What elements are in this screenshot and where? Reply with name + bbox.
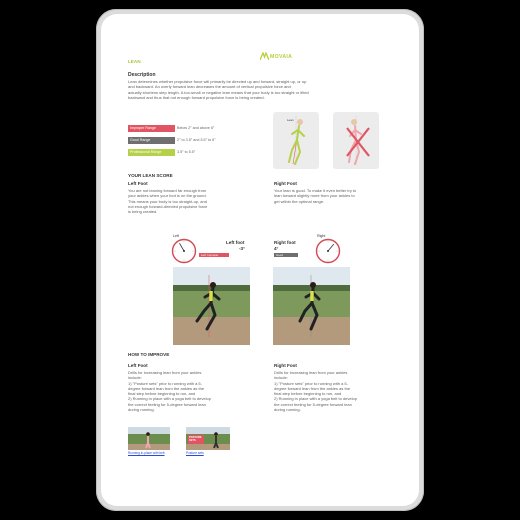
- improve-heading: HOW TO IMPROVE: [128, 352, 170, 357]
- lean-bad-illustration: [333, 112, 379, 169]
- score-right-text: Your lean is good. To make it even bette…: [274, 188, 357, 204]
- right-foot-label: Right foot: [274, 240, 296, 245]
- right-score-tag: Good: [274, 253, 298, 257]
- lean-good-illustration: Lean: [273, 112, 319, 169]
- movaia-logo-icon: [260, 52, 269, 60]
- score-left-title: Left Foot: [128, 181, 148, 186]
- right-foot-running-photo: [273, 267, 350, 345]
- video-thumbnail-icon: [128, 427, 170, 450]
- score-right-title: Right Foot: [274, 181, 297, 186]
- left-score-tag: Left: Improper: [199, 253, 229, 257]
- video-link-running-in-place[interactable]: Running in-place with belt: [128, 451, 165, 455]
- left-foot-label: Left foot: [226, 240, 245, 245]
- left-lean-value: -3°: [239, 246, 245, 251]
- score-left-text: You are not leaning forward far enough f…: [128, 188, 208, 215]
- improve-right-text: Drills for increasing lean from your ank…: [274, 370, 357, 413]
- page-title: LEAN: [128, 59, 141, 64]
- left-lean-gauge: [171, 238, 197, 264]
- score-heading: YOUR LEAN SCORE: [128, 173, 173, 178]
- video-link-posture-sets[interactable]: Posture sets: [186, 451, 204, 455]
- left-foot-running-photo: [173, 267, 250, 345]
- improve-left-text: Drills for increasing lean from your ank…: [128, 370, 211, 413]
- improve-left-title: Left Foot: [128, 363, 148, 368]
- range-professional-text: 3.5° to 5.5°: [177, 150, 196, 154]
- range-good-text: 2° to 3.5° and 5.5° to 6°: [177, 138, 216, 142]
- runner-forward-lean-icon: Lean: [287, 116, 305, 166]
- description-text: Lean determines whether propulsive force…: [128, 79, 309, 100]
- video-thumb-posture-sets[interactable]: POSTURE SETS: [186, 427, 230, 450]
- svg-text:Lean: Lean: [287, 118, 294, 122]
- range-improper-badge: Improper Range: [128, 125, 175, 132]
- runner-backward-lean-icon: [346, 116, 370, 166]
- video-thumb-title: POSTURE SETS: [189, 436, 202, 442]
- improve-right-title: Right Foot: [274, 363, 297, 368]
- range-professional-badge: Professional Range: [128, 149, 175, 156]
- brand-name: MOVAIA: [270, 54, 293, 60]
- description-heading: Description: [128, 72, 156, 78]
- range-good-badge: Good Range: [128, 137, 175, 144]
- right-lean-value: 4°: [274, 246, 279, 251]
- video-thumb-running-in-place[interactable]: [128, 427, 170, 450]
- range-improper-text: Below 2° and above 6°: [177, 126, 215, 130]
- right-lean-gauge: [315, 238, 341, 264]
